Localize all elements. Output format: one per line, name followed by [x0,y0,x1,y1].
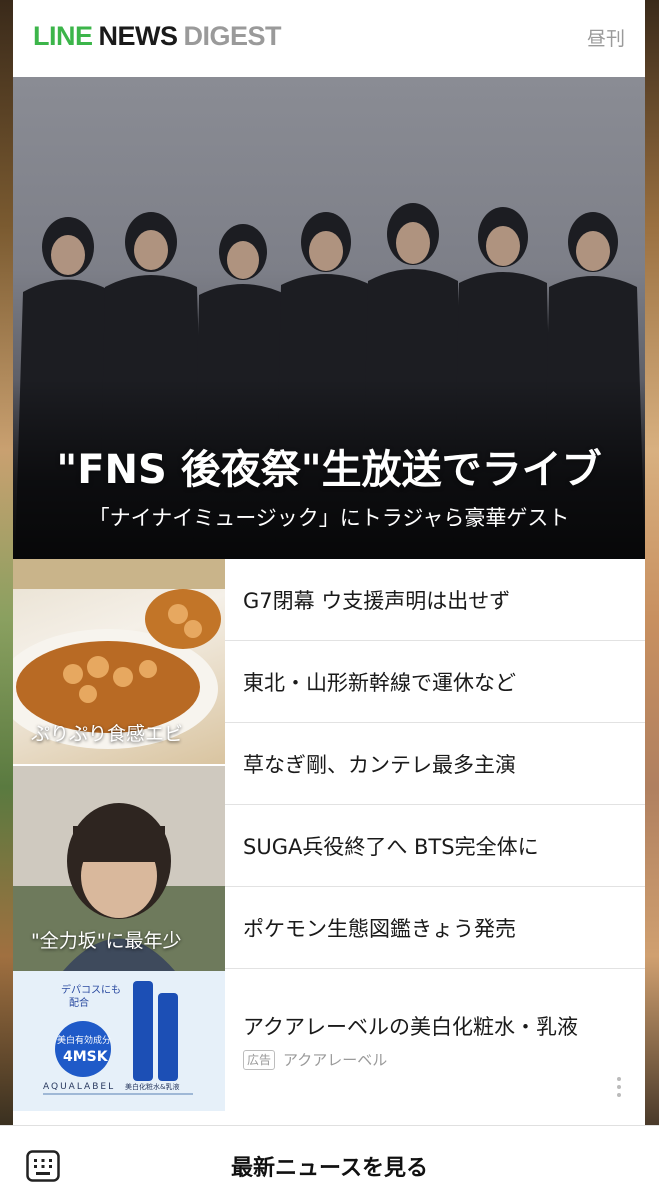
thumbnail-caption: ぷりぷり食感エビ [31,723,184,745]
headline-list: G7閉幕 ウ支援声明は出せず 東北・山形新幹線で運休など 草なぎ剛、カンテレ最多… [225,559,645,969]
headline-item[interactable]: 草なぎ剛、カンテレ最多主演 [225,723,645,805]
ad-tag2: 配合 [69,996,89,1009]
headline-item[interactable]: 東北・山形新幹線で運休など [225,641,645,723]
logo-news: NEWS [98,21,179,51]
logo-line: LINE [33,21,93,51]
footer-bar: 最新ニュースを見る [0,1125,659,1201]
aqualabel-product-image: デパコスにも 配合 美白有効成分 4MSK AQUALABEL 美白化粧水&乳液 [13,971,225,1111]
thumbnail-shrimp-curry[interactable]: ぷりぷり食感エビ [13,559,225,764]
headline-item[interactable]: G7閉幕 ウ支援声明は出せず [225,559,645,641]
ad-meta: 広告 アクアレーベル [243,1049,387,1070]
more-options-icon[interactable] [617,1077,621,1097]
headline-item[interactable]: SUGA兵役終了へ BTS完全体に [225,805,645,887]
ad-tag1: デパコスにも [61,983,121,996]
hero-subheadline: 「ナイナイミュージック」にトラジャら豪華ゲスト [88,506,570,530]
latest-news-button[interactable]: 最新ニュースを見る [0,1150,659,1182]
line-news-digest-logo: LINE NEWS DIGEST [33,18,282,54]
edition-label: 昼刊 [586,28,625,50]
ad-item[interactable]: デパコスにも 配合 美白有効成分 4MSK AQUALABEL 美白化粧水&乳液… [13,971,645,1111]
headline-item[interactable]: ポケモン生態図鑑きょう発売 [225,887,645,969]
hero-article[interactable]: "FNS 後夜祭"生放送でライブ 「ナイナイミュージック」にトラジャら豪華ゲスト [13,77,645,559]
ad-advertiser: アクアレーベル [283,1051,388,1069]
digest-card: LINE NEWS DIGEST 昼刊 "FNS 後夜祭"生放送でライブ 「ナイ… [13,0,645,1125]
thumbnail-caption: "全力坂"に最年少 [31,930,182,952]
logo-digest: DIGEST [183,21,282,51]
background-blur-right [643,0,659,1125]
ad-title: アクアレーベルの美白化粧水・乳液 [243,1015,578,1039]
ad-brand: AQUALABEL [43,1082,115,1092]
thumbnail-child[interactable]: "全力坂"に最年少 [13,766,225,971]
hero-headline: "FNS 後夜祭"生放送でライブ [56,447,602,493]
ad-ingredient: 4MSK [63,1049,109,1065]
ad-image: デパコスにも 配合 美白有効成分 4MSK AQUALABEL 美白化粧水&乳液 [13,971,225,1111]
ad-badge: 広告 [243,1049,276,1070]
header: LINE NEWS DIGEST 昼刊 [13,0,645,77]
ad-ingredient-label: 美白有効成分 [57,1034,111,1046]
ad-product: 美白化粧水&乳液 [125,1082,179,1091]
